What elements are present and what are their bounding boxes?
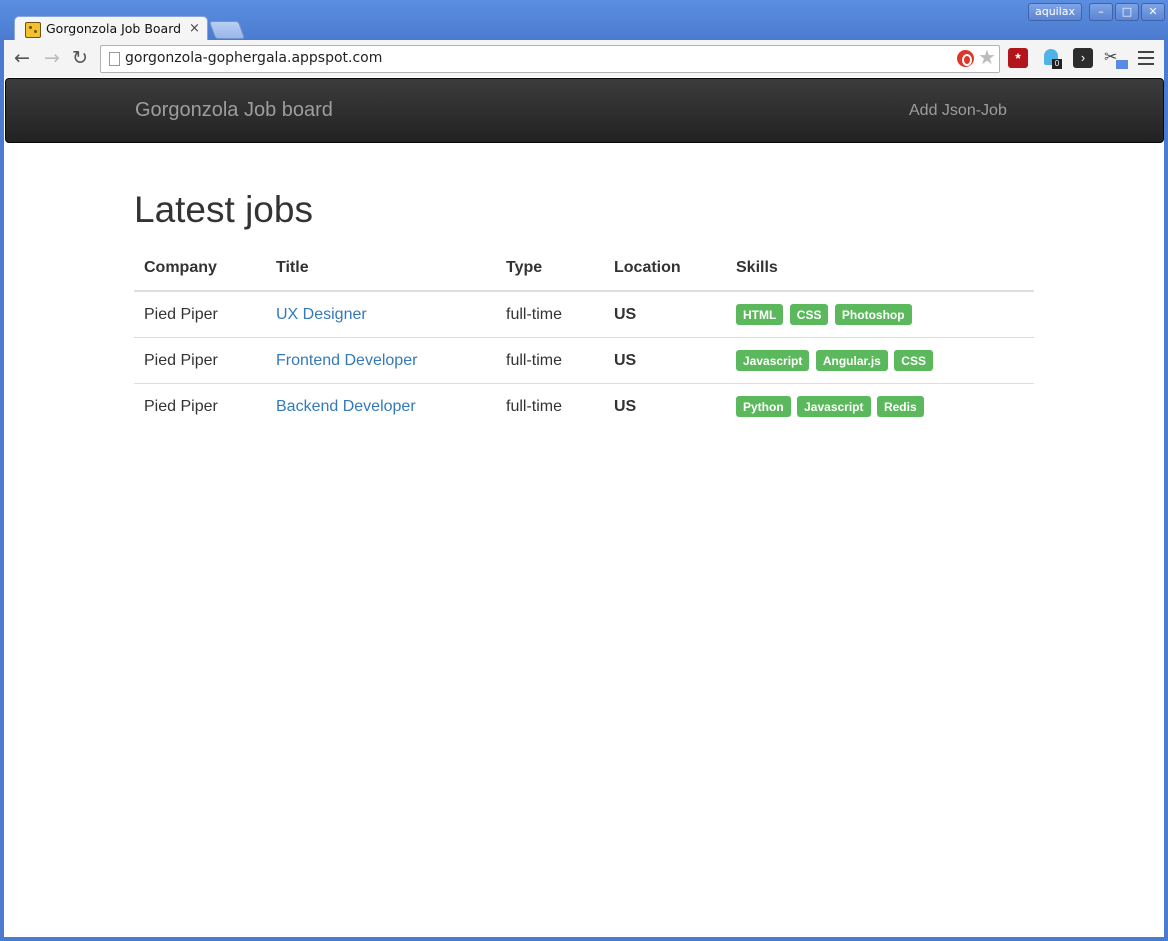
title-cell: Frontend Developer [266,337,496,384]
column-header-type: Type [496,246,604,292]
column-header-title: Title [266,246,496,292]
ghostery-count-badge: 0 [1052,59,1062,69]
location-cell: US [604,383,726,429]
forward-icon[interactable]: → [40,46,64,70]
company-cell: Pied Piper [144,305,218,323]
skill-label: Javascript [797,396,871,417]
location-cell: US [614,305,637,323]
close-window-button[interactable]: ✕ [1141,3,1165,21]
chrome-menu-icon[interactable] [1138,47,1154,67]
column-header-location: Location [604,246,726,292]
dark-reader-icon[interactable]: › [1073,48,1093,68]
browser-toolbar: ← → ↻ gorgonzola-gophergala.appspot.com … [4,40,1164,78]
browser-window: Gorgonzola Job Board × aquilax – □ ✕ ← →… [0,0,1168,941]
skill-label: HTML [736,304,784,325]
bookmark-star-icon[interactable]: ★ [978,46,996,70]
skills-cell: Python Javascript Redis [726,383,1034,429]
skill-label: Redis [876,396,924,417]
navbar-brand[interactable]: Gorgonzola Job board [135,99,333,122]
skill-label: CSS [789,304,829,325]
type-cell: full-time [496,383,604,429]
browser-tab[interactable]: Gorgonzola Job Board × [14,16,208,41]
reload-icon[interactable]: ↻ [68,46,92,70]
title-cell: UX Designer [266,291,496,338]
job-title-link[interactable]: Backend Developer [276,398,416,415]
back-icon[interactable]: ← [10,46,34,70]
skill-label: Angular.js [815,350,888,371]
jobs-table: Company Title Type Location Skills Pied … [134,246,1034,429]
company-cell: Pied Piper [134,383,266,429]
skill-label: Photoshop [834,304,912,325]
site-navbar: Gorgonzola Job board Add Json-Job [5,78,1164,143]
url-text[interactable]: gorgonzola-gophergala.appspot.com [125,50,382,66]
ghostery-icon[interactable]: 0 [1042,48,1062,69]
table-row: Pied Piper Frontend Developer full-time … [134,337,1034,384]
skills-cell: Javascript Angular.js CSS [726,337,1034,384]
column-header-company: Company [134,246,266,292]
type-cell: full-time [496,337,604,384]
title-cell: Backend Developer [266,383,496,429]
screenshot-icon[interactable]: ✂ [1104,48,1128,69]
page-viewport: Gorgonzola Job board Add Json-Job Latest… [4,77,1164,937]
type-cell: full-time [506,305,563,323]
maximize-button[interactable]: □ [1115,3,1139,21]
job-title-link[interactable]: Frontend Developer [276,352,417,369]
skill-label: Javascript [736,350,810,371]
address-bar[interactable]: gorgonzola-gophergala.appspot.com ★ [100,45,1000,73]
minimize-button[interactable]: – [1089,3,1113,21]
adblock-icon[interactable] [957,50,974,67]
page-title: Latest jobs [134,189,313,230]
add-json-job-link[interactable]: Add Json-Job [909,102,1007,120]
skill-label: CSS [894,350,933,371]
cheese-favicon-icon [25,22,41,38]
skills-cell: HTML CSS Photoshop [726,291,1034,338]
lastpass-icon[interactable]: * [1008,48,1028,68]
job-title-link[interactable]: UX Designer [276,306,367,323]
page-icon [109,52,120,66]
tab-close-icon[interactable]: × [189,21,200,36]
table-row: Pied Piper UX Designer full-time US HTML… [134,291,1034,338]
tab-title: Gorgonzola Job Board [46,21,182,36]
title-bar: Gorgonzola Job Board × aquilax – □ ✕ [0,0,1168,41]
company-cell: Pied Piper [134,337,266,384]
table-header-row: Company Title Type Location Skills [134,246,1034,292]
column-header-skills: Skills [726,246,1034,292]
table-row: Pied Piper Backend Developer full-time U… [134,383,1034,429]
new-tab-button[interactable] [208,21,246,39]
profile-badge[interactable]: aquilax [1028,3,1082,21]
location-cell: US [604,337,726,384]
skill-label: Python [736,396,791,417]
